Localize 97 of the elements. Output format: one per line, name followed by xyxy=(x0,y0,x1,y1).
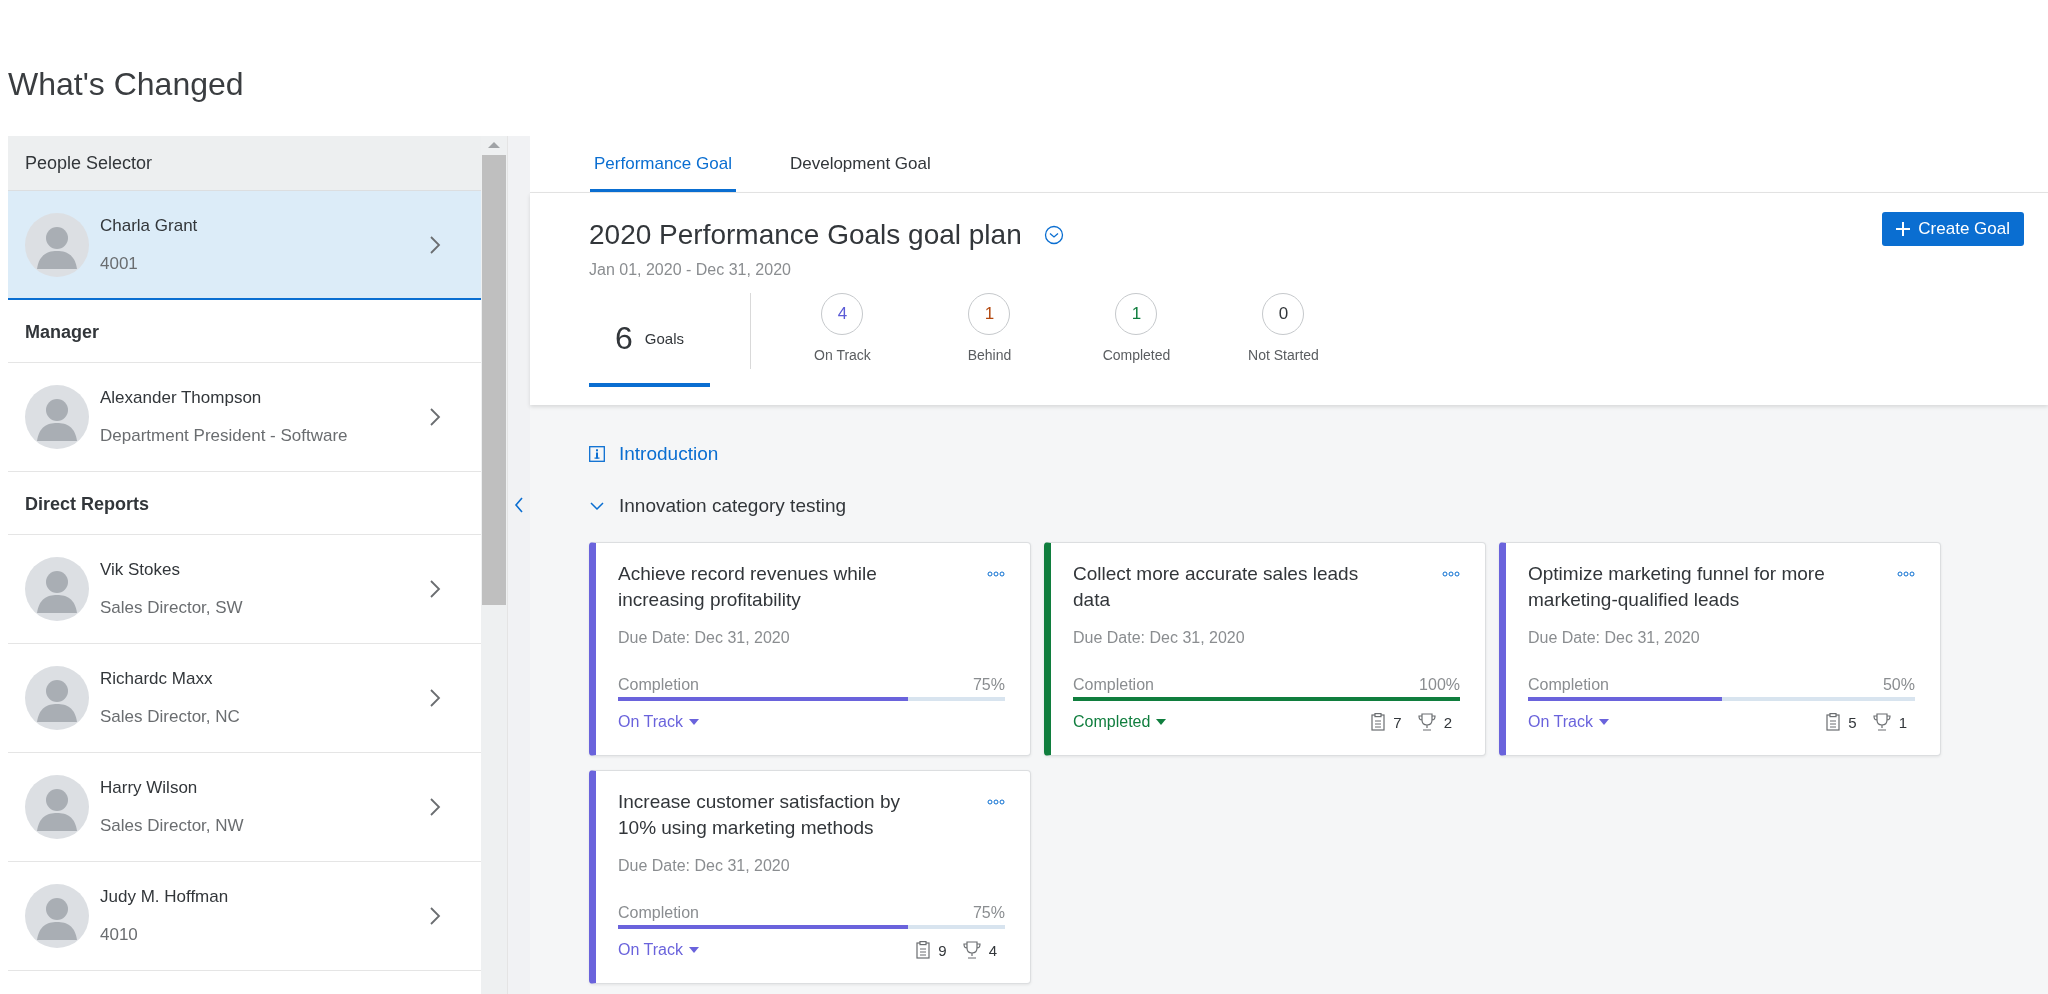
people-selector-title: People Selector xyxy=(8,136,481,191)
person-detail: Sales Director, NW xyxy=(100,816,245,836)
goals-total-tab[interactable]: 6 Goals xyxy=(589,293,710,387)
status-dropdown[interactable]: On Track xyxy=(1528,713,1609,731)
completion-percent: 75% xyxy=(972,676,1005,694)
person-name: Charla Grant xyxy=(100,215,199,236)
achievements-count: 1 xyxy=(1898,713,1907,731)
plan-title: 2020 Performance Goals goal plan xyxy=(589,219,1022,251)
goal-card[interactable]: Optimize marketing funnel for more marketing-qualified leads Due Date: Dec 31, 2020 Completion 50% On Track 5 1 xyxy=(1499,542,1941,756)
avatar-icon xyxy=(25,775,89,839)
more-icon[interactable] xyxy=(1442,571,1460,577)
chevron-down-icon[interactable] xyxy=(589,499,605,513)
category-title: Innovation category testing xyxy=(619,495,847,517)
avatar-icon xyxy=(25,666,89,730)
person-detail: 4010 xyxy=(100,925,139,945)
more-icon[interactable] xyxy=(1897,571,1915,577)
chevron-right-icon[interactable] xyxy=(429,234,441,255)
goal-card[interactable]: Collect more accurate sales leads data Due Date: Dec 31, 2020 Completion 100% Completed 7 2 xyxy=(1044,542,1486,756)
person-name: Vik Stokes xyxy=(100,560,181,580)
chevron-right-icon[interactable] xyxy=(429,906,441,926)
chevron-right-icon[interactable] xyxy=(429,797,441,817)
caret-icon xyxy=(688,719,699,725)
scroll-up-icon[interactable] xyxy=(488,142,500,148)
goal-title: Achieve record revenues while increasing profitability xyxy=(618,562,878,612)
chevron-right-icon[interactable] xyxy=(429,579,441,599)
goal-card[interactable]: Increase customer satisfaction by 10% using marketing methods Due Date: Dec 31, 2020 Completion 75% On Track 9 4 xyxy=(589,770,1031,984)
more-icon[interactable] xyxy=(987,799,1005,805)
goal-count-label: Goals xyxy=(644,329,684,347)
trophy-icon xyxy=(1872,713,1891,731)
scrollbar-thumb[interactable] xyxy=(482,155,506,605)
goal-title: Increase customer satisfaction by 10% using marketing methods xyxy=(618,790,901,840)
status-dropdown[interactable]: On Track xyxy=(618,941,699,959)
person-name: Judy M. Hoffman xyxy=(100,887,230,907)
avatar-icon xyxy=(25,385,89,449)
completion-percent: 50% xyxy=(1882,676,1915,694)
status-label: Not Started xyxy=(1248,347,1319,363)
avatar-icon xyxy=(25,212,89,277)
status-label: On Track xyxy=(814,347,871,363)
more-icon[interactable] xyxy=(987,571,1005,577)
goal-title: Collect more accurate sales leads data xyxy=(1073,562,1360,612)
person-detail: 4001 xyxy=(100,253,139,274)
notes-count: 5 xyxy=(1848,713,1857,731)
due-date: Due Date: Dec 31, 2020 xyxy=(1528,629,1701,647)
person-item[interactable]: Vik Stokes Sales Director, SW xyxy=(8,535,481,644)
introduction-link[interactable]: Introduction xyxy=(619,443,719,465)
avatar-icon xyxy=(25,884,89,948)
completion-label: Completion xyxy=(618,904,699,922)
scrollbar[interactable] xyxy=(481,136,507,994)
due-date: Due Date: Dec 31, 2020 xyxy=(618,857,791,875)
info-icon xyxy=(589,446,605,462)
completion-percent: 100% xyxy=(1419,676,1460,694)
caret-icon xyxy=(1156,719,1167,725)
completion-percent: 75% xyxy=(972,904,1005,922)
due-date: Due Date: Dec 31, 2020 xyxy=(1073,629,1246,647)
clipboard-icon xyxy=(1371,713,1386,731)
completion-label: Completion xyxy=(618,676,699,694)
person-name: Richardc Maxx xyxy=(100,669,214,689)
trophy-icon xyxy=(962,941,981,959)
notes-count: 7 xyxy=(1393,713,1402,731)
goal-card[interactable]: Achieve record revenues while increasing profitability Due Date: Dec 31, 2020 Completion 75% On Track xyxy=(589,542,1031,756)
chevron-right-icon[interactable] xyxy=(429,688,441,708)
status-label: Behind xyxy=(967,347,1012,363)
clipboard-icon xyxy=(1826,713,1841,731)
completion-label: Completion xyxy=(1528,676,1609,694)
plan-dates: Jan 01, 2020 - Dec 31, 2020 xyxy=(589,261,792,279)
dropdown-icon[interactable] xyxy=(1043,225,1064,245)
collapse-icon[interactable] xyxy=(514,496,524,514)
achievements-count: 2 xyxy=(1443,713,1452,731)
person-name: Alexander Thompson xyxy=(100,388,263,408)
create-goal-button[interactable]: Create Goal xyxy=(1882,212,2024,246)
status-label: Completed xyxy=(1102,347,1171,363)
notes-count: 9 xyxy=(938,941,947,959)
tab[interactable]: Development Goal xyxy=(785,136,935,192)
achievements-count: 4 xyxy=(988,941,997,959)
goal-count: 6 xyxy=(615,319,633,357)
person-detail: Sales Director, NC xyxy=(100,707,241,727)
person-item[interactable]: Richardc Maxx Sales Director, NC xyxy=(8,644,481,753)
completion-label: Completion xyxy=(1073,676,1154,694)
person-item[interactable]: Harry Wilson Sales Director, NW xyxy=(8,753,481,862)
goal-title: Optimize marketing funnel for more marketing-qualified leads xyxy=(1528,562,1826,612)
chevron-right-icon[interactable] xyxy=(429,407,441,427)
person-detail: Department President - Software xyxy=(100,426,349,446)
person-detail: Sales Director, SW xyxy=(100,598,244,618)
person-item[interactable]: Charla Grant 4001 xyxy=(8,191,481,300)
person-item[interactable]: Judy M. Hoffman 4010 xyxy=(8,862,481,971)
caret-icon xyxy=(688,947,699,953)
plus-icon xyxy=(1896,222,1911,236)
person-name: Harry Wilson xyxy=(100,778,199,798)
status-dropdown[interactable]: On Track xyxy=(618,713,699,731)
page-heading: What's Changed xyxy=(8,65,245,104)
caret-icon xyxy=(1598,719,1609,725)
person-item[interactable]: Alexander Thompson Department President - Software xyxy=(8,363,481,472)
avatar-icon xyxy=(25,557,89,621)
due-date: Due Date: Dec 31, 2020 xyxy=(618,629,791,647)
clipboard-icon xyxy=(916,941,931,959)
status-dropdown[interactable]: Completed xyxy=(1073,713,1167,731)
trophy-icon xyxy=(1417,713,1436,731)
